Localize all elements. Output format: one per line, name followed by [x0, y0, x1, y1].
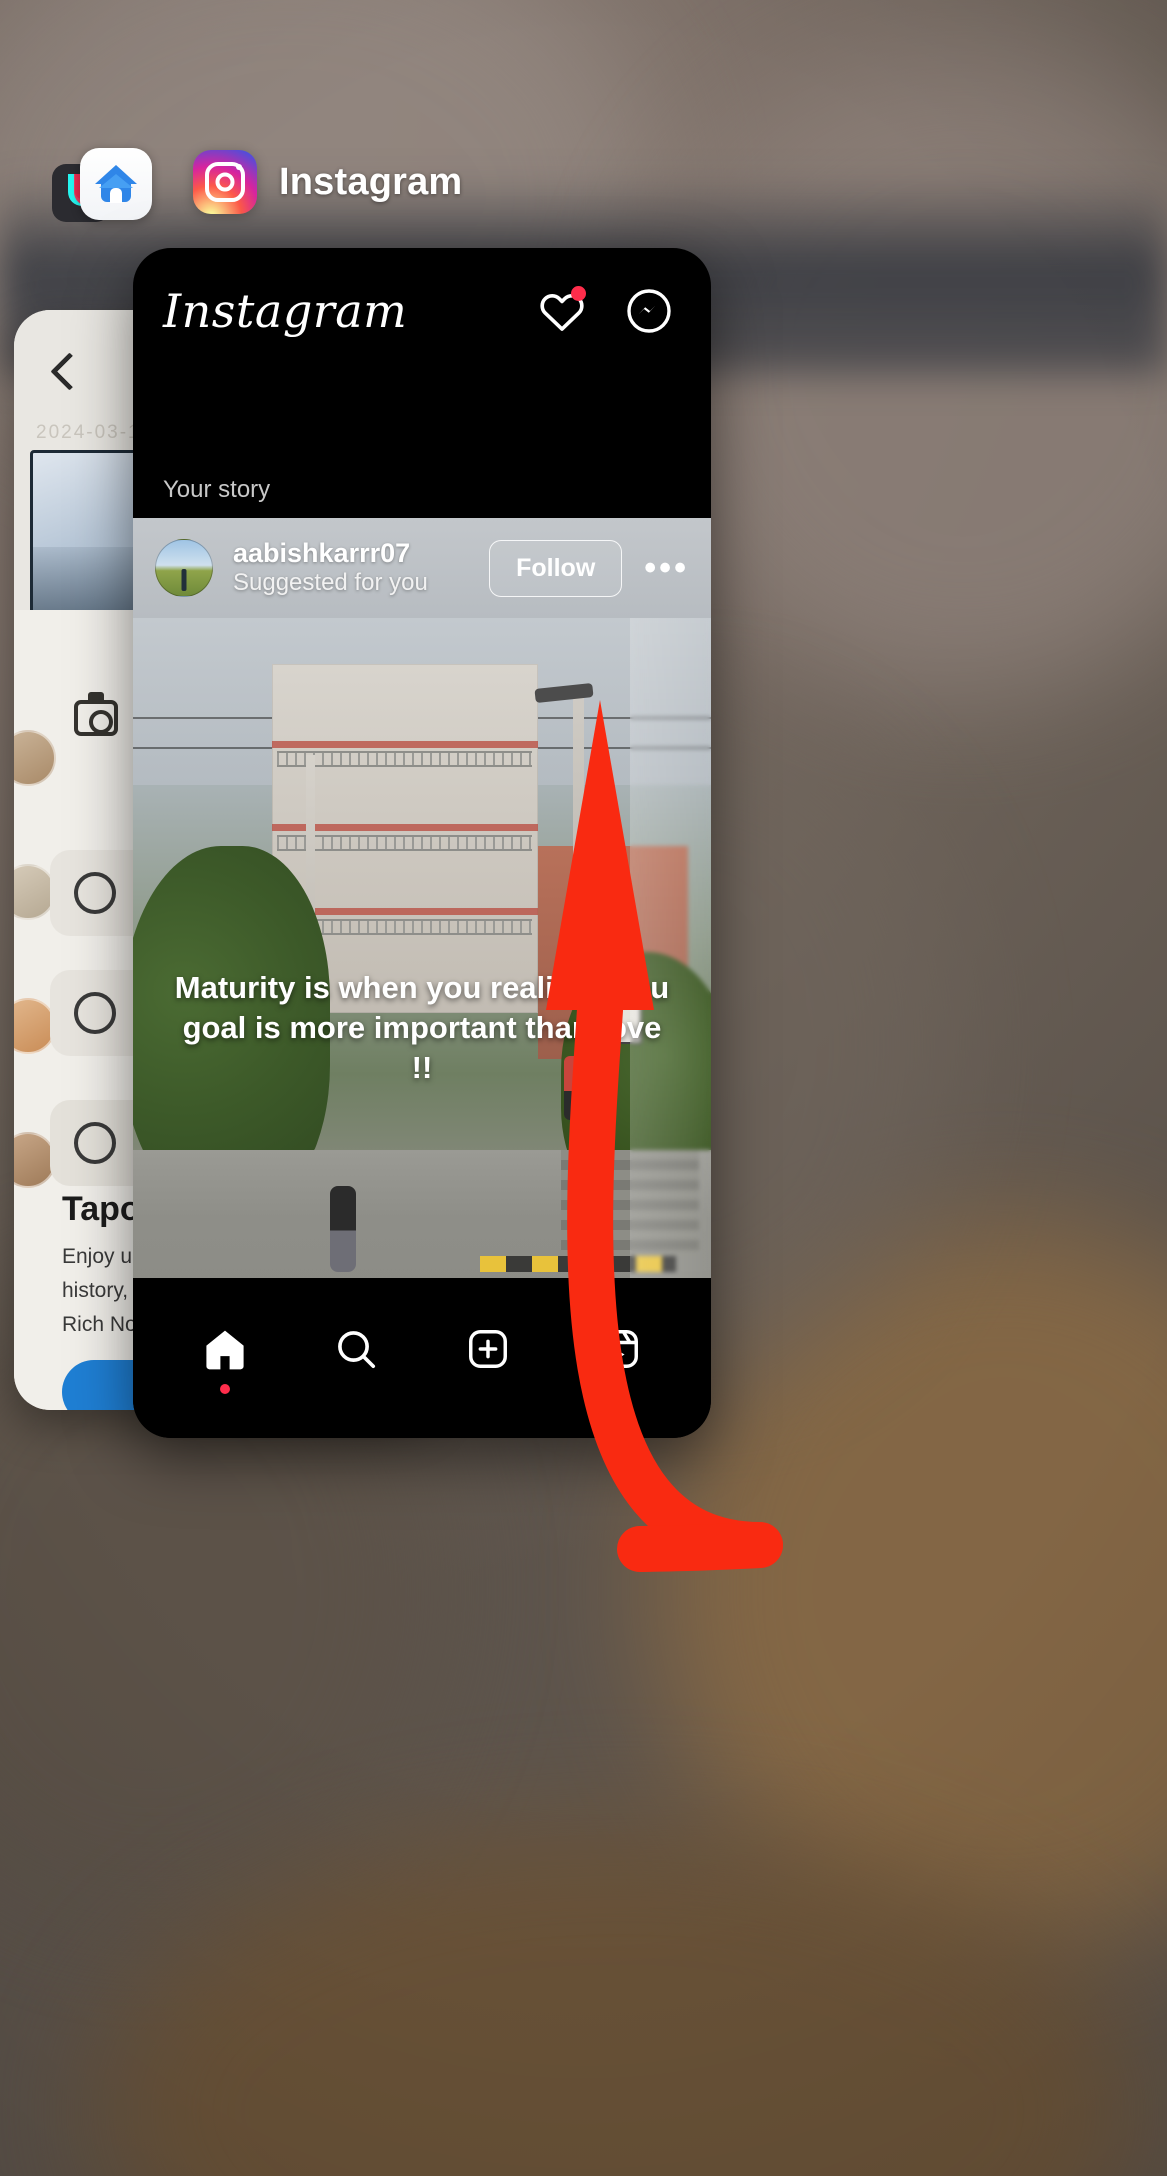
- more-options-icon[interactable]: •••: [644, 549, 689, 588]
- avatar: [14, 730, 56, 786]
- row-icon: [74, 992, 116, 1034]
- media-person: [329, 1185, 356, 1272]
- post-media[interactable]: Maturity is when you realized you goal i…: [133, 618, 711, 1378]
- avatar[interactable]: [155, 539, 213, 597]
- heart-icon[interactable]: [539, 285, 586, 334]
- instagram-wordmark: Instagram: [163, 283, 408, 338]
- instagram-top-bar: Instagram: [133, 248, 711, 373]
- instagram-post: aabishkarrr07 Suggested for you Follow •…: [133, 518, 711, 1378]
- nav-reels[interactable]: [586, 1316, 652, 1382]
- back-arrow-icon[interactable]: [44, 350, 88, 394]
- nav-home[interactable]: [192, 1316, 258, 1394]
- post-meta: aabishkarrr07 Suggested for you: [233, 538, 489, 598]
- home-notification-dot: [219, 1384, 230, 1394]
- camera-icon: [74, 692, 118, 736]
- post-caption: Maturity is when you realized you goal i…: [174, 969, 670, 1085]
- instagram-icon: [193, 150, 257, 214]
- app-chip-instagram[interactable]: Instagram: [193, 150, 462, 214]
- follow-button[interactable]: Follow: [489, 539, 623, 597]
- nav-create[interactable]: [455, 1316, 521, 1382]
- messenger-icon[interactable]: [625, 287, 673, 335]
- app-switcher-title: Instagram: [279, 160, 463, 203]
- row-icon: [74, 872, 116, 914]
- nav-search[interactable]: [323, 1316, 389, 1382]
- instagram-app-card[interactable]: Instagram Your story aabishkarrr07 Sugge…: [133, 248, 711, 1438]
- instagram-stories-tray[interactable]: Your story: [133, 373, 711, 518]
- app-switcher-header: Instagram: [0, 148, 1167, 250]
- your-story-label: Your story: [163, 476, 271, 503]
- post-username[interactable]: aabishkarrr07: [233, 538, 489, 569]
- post-subtitle: Suggested for you: [233, 569, 428, 597]
- app-chip-home[interactable]: [80, 148, 152, 220]
- home-icon: [80, 148, 152, 220]
- row-icon: [74, 1122, 116, 1164]
- instagram-bottom-nav: [133, 1278, 711, 1438]
- notification-badge: [571, 285, 586, 301]
- instagram-top-actions: [539, 285, 673, 335]
- post-header: aabishkarrr07 Suggested for you Follow •…: [133, 518, 711, 618]
